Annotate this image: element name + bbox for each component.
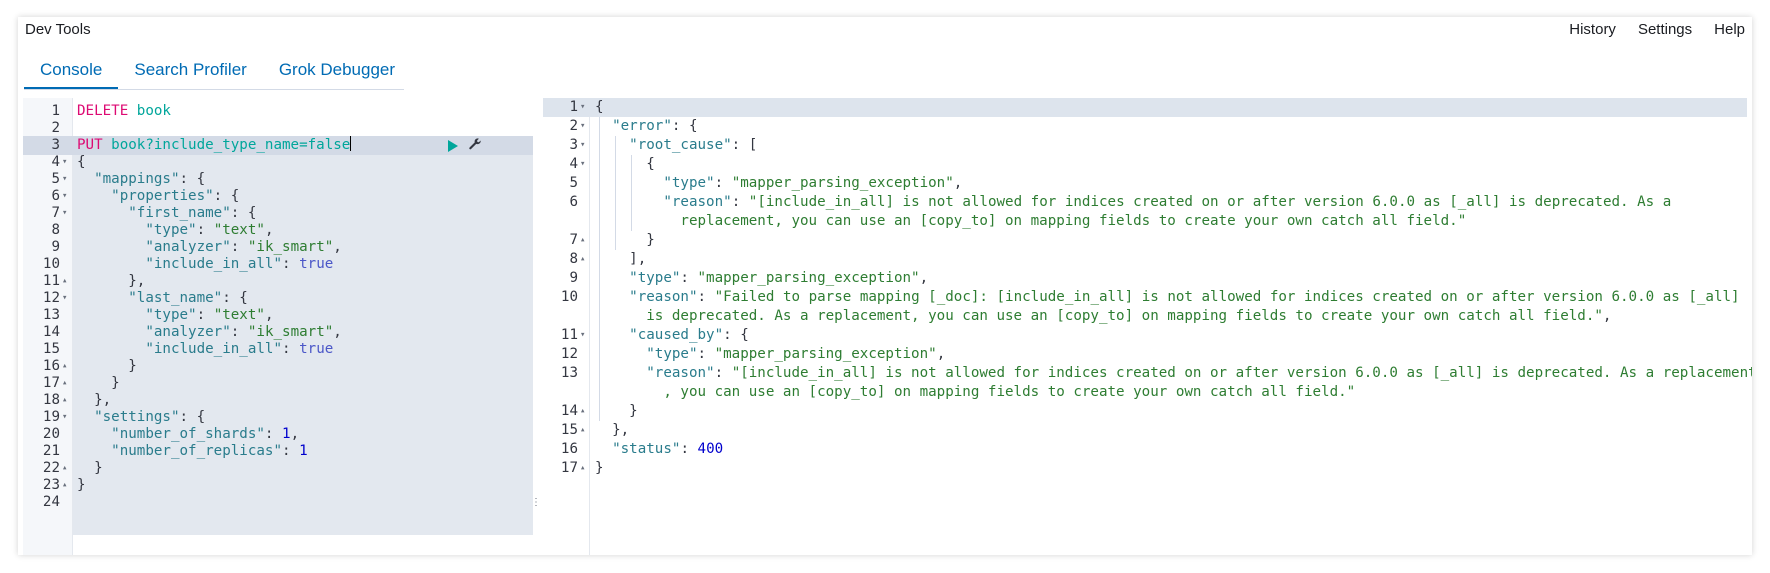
tab-bar: Console Search Profiler Grok Debugger [24,55,411,89]
history-link[interactable]: History [1569,21,1616,38]
output-line-14: } [595,403,638,419]
output-line-9: "type": "mapper_parsing_exception", [629,270,929,286]
settings-link[interactable]: Settings [1638,21,1692,38]
output-line-5: "type": "mapper_parsing_exception", [663,175,963,191]
dev-tools-window: Dev Tools History Settings Help Console … [18,17,1752,555]
output-line-6-wrap: replacement, you can use an [copy_to] on… [680,213,1467,229]
play-icon[interactable] [448,140,458,152]
output-line-7: } [595,232,655,248]
editor-gutter-line: 24 [23,493,533,512]
output-line-10-wrap: is deprecated. As a replacement, you can… [646,308,1612,324]
app-title: Dev Tools [25,21,91,38]
output-line-17: } [595,460,604,476]
request-actions [448,137,482,152]
output-line-16: "status": 400 [612,441,724,457]
output-line-6: "reason": "[include_in_all] is not allow… [663,194,1672,210]
request-method: PUT [77,137,103,153]
output-line-10: "reason": "Failed to parse mapping [_doc… [629,289,1740,305]
output-line-2: "error": { [612,118,698,134]
request-method: DELETE [77,103,129,119]
editor-line-10: "include_in_all": true [145,256,334,272]
editor-line-21: "number_of_replicas": 1 [111,443,308,459]
output-line-12: "type": "mapper_parsing_exception", [646,346,946,362]
output-line-4: { [595,156,655,172]
output-line-1: { [595,99,604,115]
request-editor[interactable]: 1 2 3 4 ▾{5 ▾ 6 ▾ 7 ▾ 8 9 10 11 ▴ }, 12 ▾ 13 14 15 16 ▴ } 17 ▴ … [23,98,533,555]
output-line-13-wrap: , you can use an [copy_to] on mapping fi… [663,384,1356,400]
output-line-11: "caused_by": { [629,327,749,343]
output-line-15: }, [595,422,630,438]
tab-grok-debugger[interactable]: Grok Debugger [263,55,411,89]
wrench-icon[interactable] [468,137,482,151]
top-bar: Dev Tools History Settings Help [18,17,1752,45]
response-output: 1 ▾ 2 ▾ 3 ▾ 4 ▾ 5 6 7 ▴ 8 ▴ 9 10 11 ▾ 12 13 14 ▴ 15 ▴ 16 17 ▴ { "e… [543,98,1752,555]
tab-console[interactable]: Console [24,55,119,89]
tab-search-profiler[interactable]: Search Profiler [118,55,262,89]
help-link[interactable]: Help [1714,21,1745,38]
request-url: book [136,103,171,119]
request-url: book?include_type_name=false [111,137,351,153]
editor-line-15: "include_in_all": true [145,341,334,357]
output-line-3: "root_cause": [ [629,137,758,153]
top-links: History Settings Help [1569,21,1745,38]
text-cursor [350,136,352,151]
pane-resize-handle[interactable]: ⋮ [531,497,541,511]
output-line-13: "reason": "[include_in_all] is not allow… [646,365,1752,381]
editor-line-1: DELETE book [23,102,533,121]
line-number: 24 [42,494,60,510]
tab-divider [24,89,404,90]
output-line-8: ], [595,251,647,267]
